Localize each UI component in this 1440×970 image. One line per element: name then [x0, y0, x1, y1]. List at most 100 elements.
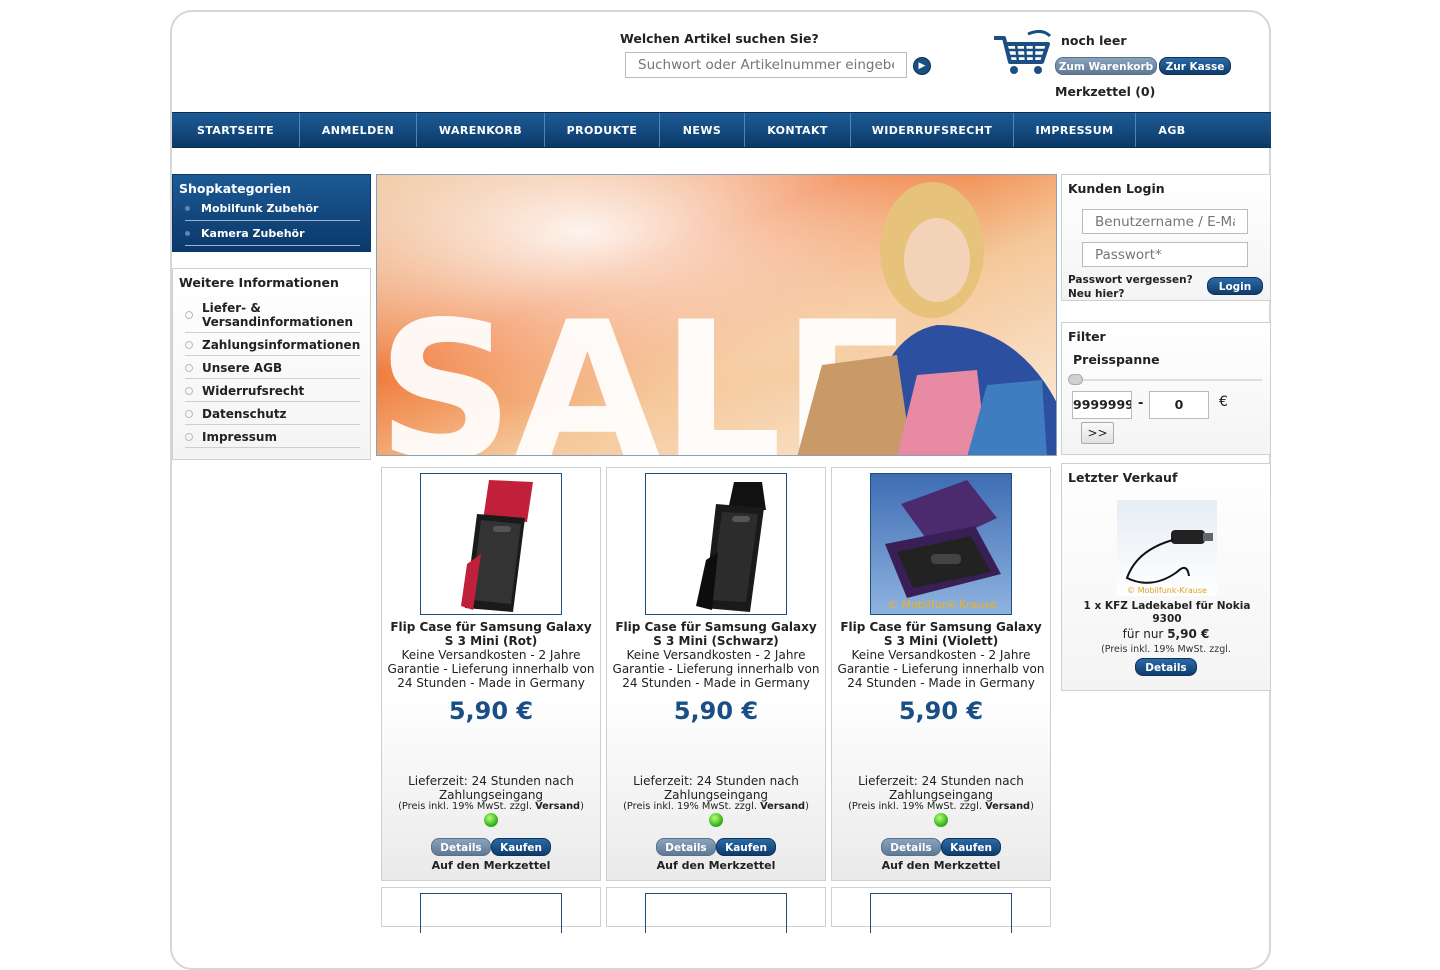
circle-bullet-icon	[185, 410, 193, 418]
product-image[interactable]	[420, 893, 562, 933]
circle-bullet-icon	[185, 387, 193, 395]
checkout-button[interactable]: Zur Kasse	[1159, 57, 1231, 75]
last-sale-box: Letzter Verkauf © Mobilfunk-Krause 1 x K…	[1061, 463, 1271, 691]
vat-suffix: )	[1030, 801, 1034, 812]
buy-button[interactable]: Kaufen	[491, 838, 551, 856]
details-button[interactable]: Details	[656, 838, 716, 856]
product-image[interactable]	[420, 473, 562, 615]
info-title: Weitere Informationen	[179, 275, 339, 290]
play-arrow-icon: ▶	[918, 61, 926, 71]
price-range-label: Preisspanne	[1073, 352, 1160, 367]
product-card: © Mobilfunk-Krause Flip Case für Samsung…	[831, 467, 1051, 881]
product-title[interactable]: Flip Case für Samsung Galaxy S 3 Mini (R…	[386, 620, 596, 648]
product-delivery: Lieferzeit: 24 Stunden nach Zahlungseing…	[633, 774, 799, 802]
image-watermark: © Mobilfunk-Krause	[887, 598, 997, 611]
product-card-partial	[381, 887, 601, 933]
product-image[interactable]	[645, 473, 787, 615]
product-image[interactable]	[645, 893, 787, 933]
last-sale-details-button[interactable]: Details	[1135, 658, 1197, 676]
shipping-link[interactable]: Versand	[760, 801, 805, 812]
sale-banner[interactable]: SALE	[376, 174, 1057, 456]
product-vat: (Preis inkl. 19% MwSt. zzgl. Versand)	[607, 801, 825, 812]
nav-widerrufsrecht[interactable]: WIDERRUFSRECHT	[851, 113, 1014, 147]
buy-button[interactable]: Kaufen	[716, 838, 776, 856]
shipping-link[interactable]: Versand	[985, 801, 1030, 812]
last-sale-price-line: für nur 5,90 €	[1062, 627, 1270, 641]
availability-dot-icon	[484, 813, 498, 827]
bullet-icon	[185, 206, 190, 211]
product-title[interactable]: Flip Case für Samsung Galaxy S 3 Mini (V…	[836, 620, 1046, 648]
product-card: Flip Case für Samsung Galaxy S 3 Mini (R…	[381, 467, 601, 881]
nav-kontakt[interactable]: KONTAKT	[745, 113, 851, 147]
username-field[interactable]	[1082, 209, 1248, 234]
nav-agb[interactable]: AGB	[1136, 113, 1208, 147]
image-watermark: © Mobilfunk-Krause	[1127, 586, 1207, 595]
circle-bullet-icon	[185, 364, 193, 372]
product-image[interactable]	[870, 893, 1012, 933]
circle-bullet-icon	[185, 433, 193, 441]
details-button[interactable]: Details	[881, 838, 941, 856]
login-links: Passwort vergessen? Neu hier?	[1068, 273, 1193, 301]
nav-startseite[interactable]: STARTSEITE	[172, 113, 300, 147]
login-button[interactable]: Login	[1207, 277, 1263, 295]
price-slider-track[interactable]	[1070, 379, 1262, 381]
product-delivery: Lieferzeit: 24 Stunden nach Zahlungseing…	[858, 774, 1024, 802]
nav-produkte[interactable]: PRODUKTE	[545, 113, 660, 147]
price-max-field[interactable]: 0	[1149, 391, 1209, 419]
add-to-wishlist-link[interactable]: Auf den Merkzettel	[832, 859, 1050, 872]
price-min-field[interactable]: 9999999	[1072, 391, 1132, 419]
nav-news[interactable]: NEWS	[660, 113, 745, 147]
info-item[interactable]: Zahlungsinformationen	[185, 333, 360, 356]
wishlist-link[interactable]: Merkzettel (0)	[1055, 84, 1155, 99]
password-field[interactable]	[1082, 242, 1248, 267]
nav-anmelden[interactable]: ANMELDEN	[300, 113, 417, 147]
register-link[interactable]: Neu hier?	[1068, 287, 1193, 301]
info-item[interactable]: Widerrufsrecht	[185, 379, 360, 402]
info-item[interactable]: Impressum	[185, 425, 360, 448]
search-input[interactable]	[625, 52, 907, 78]
product-title[interactable]: Flip Case für Samsung Galaxy S 3 Mini (S…	[611, 620, 821, 648]
category-label: Mobilfunk Zubehör	[201, 202, 319, 215]
product-vat: (Preis inkl. 19% MwSt. zzgl. Versand)	[382, 801, 600, 812]
car-charger-image[interactable]: © Mobilfunk-Krause	[1117, 500, 1217, 596]
product-image[interactable]: © Mobilfunk-Krause	[870, 473, 1012, 615]
nav-impressum[interactable]: IMPRESSUM	[1014, 113, 1136, 147]
product-price: 5,90 €	[448, 697, 534, 725]
vat-text: (Preis inkl. 19% MwSt. zzgl.	[623, 801, 757, 812]
vat-suffix: )	[805, 801, 809, 812]
search-submit-button[interactable]: ▶	[913, 57, 931, 75]
filter-title: Filter	[1068, 329, 1106, 344]
product-description: Keine Versandkosten - 2 Jahre Garantie -…	[837, 648, 1045, 690]
price-slider-handle[interactable]	[1068, 374, 1083, 385]
filter-box: Filter Preisspanne 9999999 - 0 € >>	[1061, 322, 1271, 455]
search-label: Welchen Artikel suchen Sie?	[620, 31, 819, 46]
shopping-cart-icon[interactable]	[992, 30, 1052, 78]
details-button[interactable]: Details	[431, 838, 491, 856]
last-sale-price: 5,90 €	[1167, 627, 1210, 641]
category-label: Kamera Zubehör	[201, 227, 305, 240]
info-item[interactable]: Datenschutz	[185, 402, 360, 425]
filter-apply-button[interactable]: >>	[1081, 422, 1114, 444]
info-item[interactable]: Unsere AGB	[185, 356, 360, 379]
info-item[interactable]: Liefer- & Versandinformationen	[185, 296, 360, 333]
nav-warenkorb[interactable]: WARENKORB	[417, 113, 545, 147]
add-to-wishlist-link[interactable]: Auf den Merkzettel	[607, 859, 825, 872]
category-item[interactable]: Kamera Zubehör	[185, 227, 360, 246]
last-sale-product-name[interactable]: 1 x KFZ Ladekabel für Nokia 9300	[1070, 600, 1264, 626]
product-description: Keine Versandkosten - 2 Jahre Garantie -…	[612, 648, 820, 690]
info-label: Unsere AGB	[202, 361, 283, 375]
price-prefix: für nur	[1122, 627, 1164, 641]
forgot-password-link[interactable]: Passwort vergessen?	[1068, 273, 1193, 287]
category-title: Shopkategorien	[179, 181, 291, 196]
to-cart-button[interactable]: Zum Warenkorb	[1055, 57, 1157, 75]
vat-text: (Preis inkl. 19% MwSt. zzgl.	[848, 801, 982, 812]
login-box: Kunden Login Passwort vergessen? Neu hie…	[1061, 174, 1271, 301]
add-to-wishlist-link[interactable]: Auf den Merkzettel	[382, 859, 600, 872]
shipping-link[interactable]: Versand	[535, 801, 580, 812]
buy-button[interactable]: Kaufen	[941, 838, 1001, 856]
product-card-partial	[831, 887, 1051, 933]
category-item[interactable]: Mobilfunk Zubehör	[185, 202, 360, 221]
sale-banner-image: SALE	[377, 175, 1056, 455]
main-nav: STARTSEITE ANMELDEN WARENKORB PRODUKTE N…	[172, 112, 1271, 148]
info-box: Weitere Informationen Liefer- & Versandi…	[172, 268, 371, 460]
